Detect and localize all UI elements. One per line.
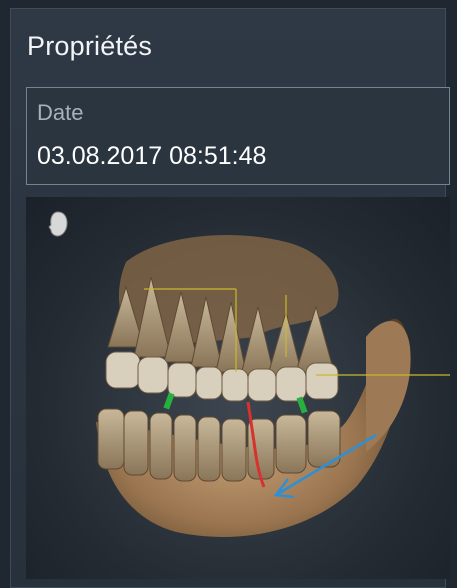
head-orientation-icon[interactable] <box>48 211 68 242</box>
lower-teeth <box>97 408 341 482</box>
properties-panel: Propriétés Date 03.08.2017 08:51:48 <box>10 8 450 588</box>
date-value: 03.08.2017 08:51:48 <box>37 142 267 170</box>
3d-volume-viewer[interactable] <box>26 197 450 579</box>
panel-title: Propriétés <box>27 31 153 61</box>
date-label: Date <box>37 100 84 125</box>
date-field: Date 03.08.2017 08:51:48 <box>26 87 450 185</box>
ramus-bone <box>366 320 411 452</box>
jaw-3d-rendering[interactable] <box>26 197 450 579</box>
